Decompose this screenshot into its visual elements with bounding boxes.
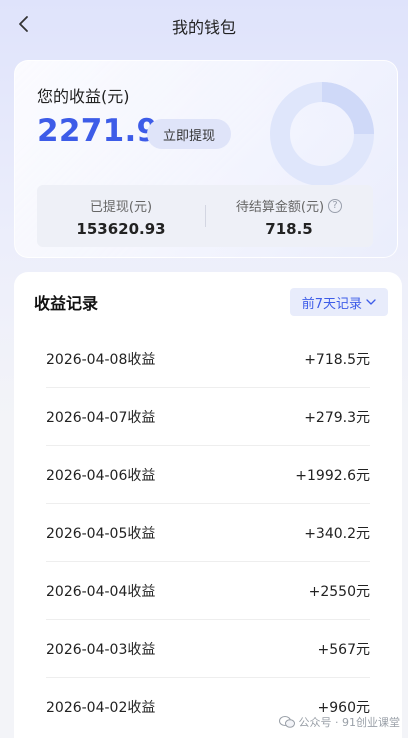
record-amount: +567元 xyxy=(317,641,370,658)
record-row: 2026-04-08收益 +718.5元 xyxy=(46,330,370,388)
record-amount: +2550元 xyxy=(308,583,370,600)
record-amount: +279.3元 xyxy=(304,409,370,426)
record-date-label: 2026-04-02收益 xyxy=(46,700,156,716)
record-date-label: 2026-04-08收益 xyxy=(46,351,156,368)
pending-label: 待结算金额(元) xyxy=(235,200,325,215)
earnings-amount: 2271.9 xyxy=(37,113,159,149)
record-date-label: 2026-04-07收益 xyxy=(46,409,156,426)
pending-stat: 待结算金额(元) ? 718.5 xyxy=(205,196,373,238)
record-date-label: 2026-04-04收益 xyxy=(46,583,156,600)
filter-label: 前7天记录 xyxy=(301,296,362,312)
record-amount: +718.5元 xyxy=(304,351,370,368)
withdrawn-value: 153620.93 xyxy=(76,220,166,238)
date-filter-dropdown[interactable]: 前7天记录 xyxy=(289,288,388,316)
watermark-text: 公众号 · 91创业课堂 xyxy=(298,716,401,729)
record-row: 2026-04-05收益 +340.2元 xyxy=(46,504,370,562)
withdrawn-stat: 已提现(元) 153620.93 xyxy=(37,196,205,238)
record-amount: +1992.6元 xyxy=(295,467,370,484)
record-date-label: 2026-04-05收益 xyxy=(46,525,156,542)
earnings-card: 您的收益(元) 2271.9 立即提现 已提现(元) 153620.93 待结算… xyxy=(14,60,398,258)
earnings-stats: 已提现(元) 153620.93 待结算金额(元) ? 718.5 xyxy=(37,185,373,247)
help-icon[interactable]: ? xyxy=(328,198,343,213)
records-card: 收益记录 前7天记录 2026-04-08收益 +718.5元 2026-04-07… xyxy=(14,272,402,738)
decorative-ring-graphic xyxy=(270,82,374,186)
top-nav-bar: 我的钱包 xyxy=(0,0,408,52)
earnings-label: 您的收益(元) xyxy=(37,87,130,106)
pending-value: 718.5 xyxy=(265,220,313,238)
record-row: 2026-04-06收益 +1992.6元 xyxy=(46,446,370,504)
withdrawn-label: 已提现(元) xyxy=(89,200,153,215)
record-row: 2026-04-07收益 +279.3元 xyxy=(46,388,370,446)
records-list: 2026-04-08收益 +718.5元 2026-04-07收益 +279.3元 20… xyxy=(46,330,370,736)
page-title: 我的钱包 xyxy=(171,18,236,37)
record-row: 2026-04-03收益 +567元 xyxy=(46,620,370,678)
watermark: 公众号 · 91创业课堂 xyxy=(278,714,401,730)
records-title: 收益记录 xyxy=(34,294,99,313)
record-row: 2026-04-04收益 +2550元 xyxy=(46,562,370,620)
chevron-down-icon xyxy=(366,299,376,305)
withdraw-button[interactable]: 立即提现 xyxy=(147,119,231,149)
record-date-label: 2026-04-06收益 xyxy=(46,467,156,484)
record-amount: +340.2元 xyxy=(304,525,370,542)
wechat-icon xyxy=(278,716,295,728)
record-date-label: 2026-04-03收益 xyxy=(46,641,156,658)
